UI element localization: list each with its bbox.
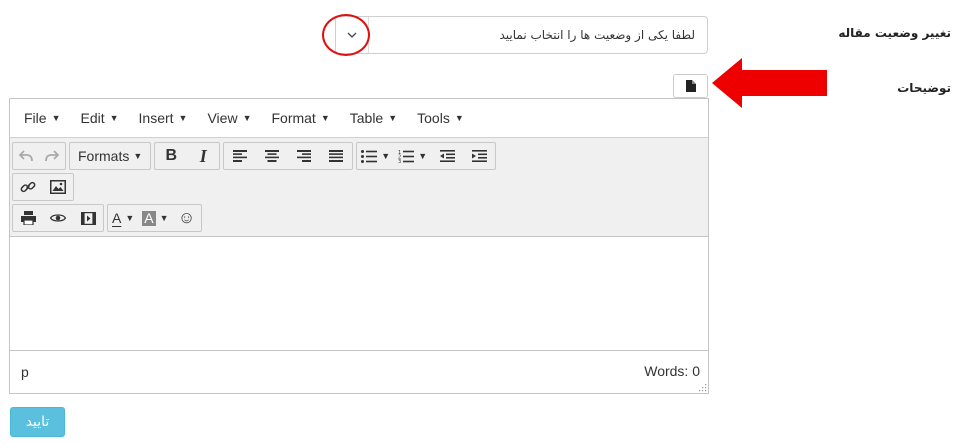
annotation-arrow: [712, 58, 827, 108]
align-left-button[interactable]: [224, 143, 256, 169]
insert-link-button[interactable]: [13, 174, 43, 200]
caret-down-icon: ▼: [125, 213, 135, 223]
menu-view-label: View: [207, 110, 238, 126]
caret-down-icon: ▼: [51, 113, 61, 123]
insert-image-button[interactable]: [43, 174, 73, 200]
menu-format-label: Format: [271, 110, 316, 126]
background-color-icon: A: [142, 209, 156, 226]
preview-button[interactable]: [43, 205, 73, 231]
chevron-down-icon[interactable]: [336, 17, 369, 53]
align-justify-icon: [329, 150, 344, 162]
caret-down-icon: ▼: [388, 113, 398, 123]
menu-tools[interactable]: Tools ▼: [409, 110, 472, 126]
text-color-button[interactable]: A ▼: [108, 205, 138, 231]
menu-tools-label: Tools: [417, 110, 450, 126]
insert-media-button[interactable]: [73, 205, 103, 231]
emoticons-button[interactable]: ☺: [173, 205, 201, 231]
caret-down-icon: ▼: [133, 151, 143, 161]
print-button[interactable]: [13, 205, 43, 231]
list-indent-group: ▼ 123 ▼: [356, 142, 497, 170]
bullet-list-button[interactable]: ▼: [357, 143, 394, 169]
color-group: A ▼ A ▼ ☺: [107, 204, 202, 232]
numbered-list-button[interactable]: 123 ▼: [394, 143, 431, 169]
text-style-group: B I: [154, 142, 221, 170]
align-center-button[interactable]: [256, 143, 288, 169]
italic-button[interactable]: I: [187, 143, 219, 169]
menu-edit[interactable]: Edit ▼: [72, 110, 126, 126]
bullet-list-icon: [361, 149, 378, 163]
resize-handle-icon[interactable]: [699, 384, 707, 392]
undo-icon: [19, 150, 33, 162]
redo-icon: [45, 150, 59, 162]
formats-group: Formats ▼: [69, 142, 152, 170]
tools-group: [12, 204, 104, 232]
indent-icon: [471, 150, 487, 162]
status-select-placeholder: لطفا یکی از وضعیت ها را انتخاب نمایید: [499, 28, 695, 42]
align-justify-button[interactable]: [320, 143, 352, 169]
caret-down-icon: ▼: [242, 113, 252, 123]
confirm-button[interactable]: تایید: [10, 407, 65, 437]
caret-down-icon: ▼: [381, 151, 391, 161]
caret-down-icon: ▼: [320, 113, 330, 123]
document-icon: [685, 77, 696, 96]
menu-insert-label: Insert: [138, 110, 174, 126]
editor-toolbar: Formats ▼ B I ▼ 1 2 3 ▼ A ▼ A ▼ ☺: [10, 137, 708, 237]
history-group: [12, 142, 66, 170]
smiley-icon: ☺: [177, 208, 196, 227]
background-color-button[interactable]: A ▼: [138, 205, 172, 231]
image-icon: [50, 180, 66, 194]
svg-text:3: 3: [398, 159, 401, 163]
align-left-icon: [233, 150, 248, 162]
menu-view[interactable]: View ▼: [199, 110, 259, 126]
insert-group: [12, 173, 74, 201]
numbered-list-icon: 123: [398, 150, 415, 163]
caret-down-icon: ▼: [159, 213, 169, 223]
caret-down-icon: ▼: [418, 151, 428, 161]
align-right-button[interactable]: [288, 143, 320, 169]
print-icon: [20, 211, 36, 225]
source-code-button[interactable]: [673, 74, 708, 98]
formats-dropdown[interactable]: Formats ▼: [70, 143, 150, 169]
indent-button[interactable]: [463, 143, 495, 169]
caret-down-icon: ▼: [109, 113, 119, 123]
rich-text-editor: File ▼ Edit ▼ Insert ▼ View ▼ Format ▼ Table ▼…: [9, 98, 709, 394]
media-icon: [80, 211, 96, 225]
menu-file-label: File: [24, 110, 47, 126]
alignment-group: [223, 142, 354, 170]
article-status-select[interactable]: لطفا یکی از وضعیت ها را انتخاب نمایید: [335, 16, 708, 54]
editor-statusbar: p Words: 0: [10, 350, 708, 393]
element-path[interactable]: p: [21, 364, 29, 380]
editor-menubar: File ▼ Edit ▼ Insert ▼ View ▼ Format ▼ Table ▼…: [10, 99, 708, 137]
article-status-label: تغییر وضعیت مقاله: [838, 26, 951, 40]
link-icon: [20, 181, 36, 193]
menu-edit-label: Edit: [80, 110, 105, 126]
menu-format[interactable]: Format ▼: [263, 110, 337, 126]
bold-button[interactable]: B: [155, 143, 187, 169]
text-color-icon: A: [112, 210, 122, 226]
formats-label: Formats: [78, 148, 130, 164]
redo-button[interactable]: [39, 143, 65, 169]
italic-icon: I: [199, 145, 207, 166]
outdent-icon: [439, 150, 455, 162]
word-count: Words: 0: [644, 363, 700, 379]
align-center-icon: [265, 150, 280, 162]
outdent-button[interactable]: [431, 143, 463, 169]
eye-icon: [50, 214, 66, 222]
align-right-icon: [297, 150, 312, 162]
menu-table[interactable]: Table ▼: [342, 110, 405, 126]
caret-down-icon: ▼: [454, 113, 464, 123]
description-label: توضیحات: [897, 81, 951, 95]
menu-file[interactable]: File ▼: [16, 110, 68, 126]
bold-icon: B: [165, 147, 178, 164]
menu-table-label: Table: [349, 110, 384, 126]
editor-content-area[interactable]: [10, 237, 708, 349]
undo-button[interactable]: [13, 143, 39, 169]
caret-down-icon: ▼: [178, 113, 188, 123]
menu-insert[interactable]: Insert ▼: [131, 110, 196, 126]
